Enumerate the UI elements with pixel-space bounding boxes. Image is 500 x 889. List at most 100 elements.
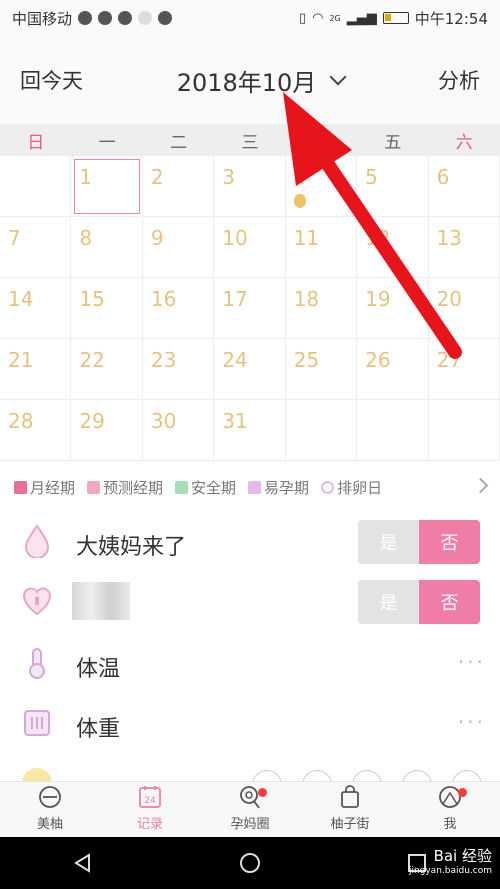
- temperature-row[interactable]: 体温 ···: [0, 634, 500, 694]
- tab-meiyou[interactable]: 美柚: [0, 782, 100, 837]
- calendar-day-cell[interactable]: 15: [71, 278, 143, 339]
- thermometer-icon: [29, 648, 45, 679]
- more-icon[interactable]: ···: [458, 710, 486, 734]
- calendar-day-cell[interactable]: 16: [142, 278, 215, 339]
- legend-swatch: [248, 480, 262, 494]
- day-number: 19: [365, 287, 391, 311]
- tab-label: 美柚: [36, 817, 63, 832]
- calendar-icon: 24: [139, 786, 161, 808]
- weekday-label: 五: [384, 132, 402, 153]
- weekday-label: 三: [241, 132, 259, 153]
- calendar-day-cell[interactable]: 19: [357, 278, 429, 339]
- calendar-day-cell[interactable]: 13: [428, 217, 500, 278]
- calendar-day-cell[interactable]: 31: [214, 400, 286, 461]
- day-number: 11: [293, 226, 320, 250]
- calendar-day-cell[interactable]: 25: [285, 339, 358, 400]
- no-option[interactable]: 否: [419, 580, 480, 624]
- calendar-day-cell[interactable]: 24: [214, 339, 286, 400]
- drop-icon: [24, 524, 50, 558]
- weight-label: 体重: [76, 717, 121, 742]
- calendar-day-cell[interactable]: 7: [0, 217, 72, 278]
- calendar-day-cell[interactable]: 26: [357, 339, 429, 400]
- calendar-day-cell[interactable]: 3: [214, 156, 286, 217]
- calendar-day-cell[interactable]: 6: [428, 156, 500, 217]
- calendar-day-cell[interactable]: 11: [285, 217, 358, 278]
- calendar-day-cell[interactable]: 28: [0, 400, 72, 461]
- analysis-button[interactable]: 分析: [438, 65, 480, 95]
- legend-item: 易孕期: [248, 477, 309, 498]
- tab-bar: 美柚 24 记录 孕妈圈 柚子街 我: [0, 781, 500, 837]
- calendar-day: 24: [144, 796, 156, 806]
- calendar-day-cell[interactable]: 23: [142, 339, 215, 400]
- today-button[interactable]: 回今天: [20, 65, 83, 95]
- watermark-brand: Bai 经验: [433, 847, 492, 865]
- calendar-empty-cell: [0, 156, 72, 217]
- legend-label: 预测经期: [103, 478, 164, 497]
- chat-icon: [118, 11, 133, 25]
- tab-record[interactable]: 24 记录: [100, 782, 200, 837]
- notification-icon: [98, 11, 113, 25]
- temperature-label: 体温: [76, 657, 121, 682]
- weight-row[interactable]: 体重 ···: [0, 694, 500, 754]
- weekday-label: 六: [455, 132, 473, 153]
- month-selector[interactable]: 2018年10月: [177, 63, 347, 98]
- legend-swatch: [87, 480, 101, 494]
- tab-pregnancy-circle[interactable]: 孕妈圈: [200, 782, 300, 837]
- wifi-icon: ◠: [312, 10, 324, 26]
- calendar-day-cell[interactable]: 10: [214, 217, 286, 278]
- calendar-day-cell[interactable]: 4: [285, 156, 358, 217]
- love-toggle[interactable]: 是 否: [358, 580, 480, 624]
- tab-me[interactable]: 我: [400, 782, 500, 837]
- weekday-label: 二: [170, 132, 188, 153]
- calendar-day-cell[interactable]: 21: [0, 339, 72, 400]
- legend-swatch: [321, 480, 335, 494]
- heart-lock-icon: [22, 587, 52, 616]
- day-number: 16: [150, 287, 177, 311]
- day-number: 6: [436, 165, 450, 189]
- day-number: 29: [79, 409, 105, 433]
- battery-icon: [382, 12, 409, 24]
- calendar-day-cell[interactable]: 22: [71, 339, 143, 400]
- calendar-grid: 1 2 3 4 5 6 7 8 9 10 11 12 13 14 15 16 17 18 19 20 21 22 23 24 2…: [0, 156, 500, 461]
- no-option[interactable]: 否: [419, 520, 480, 564]
- calendar-day-cell[interactable]: 9: [142, 217, 215, 278]
- tab-label: 孕妈圈: [230, 817, 270, 832]
- calendar-day-cell[interactable]: 20: [428, 278, 500, 339]
- yes-option[interactable]: 是: [358, 520, 419, 564]
- tab-shop[interactable]: 柚子街: [300, 782, 400, 837]
- vibrate-icon: ▯: [298, 10, 307, 26]
- blurred-label: [72, 582, 130, 620]
- calendar-day-cell[interactable]: 17: [214, 278, 286, 339]
- calendar-empty-cell: [357, 400, 429, 461]
- calendar-day-cell[interactable]: 1: [71, 156, 143, 217]
- calendar-day-cell[interactable]: 8: [71, 217, 143, 278]
- notification-dot: [258, 788, 267, 797]
- legend-label: 排卵日: [337, 478, 383, 497]
- calendar-day-cell[interactable]: 14: [0, 278, 72, 339]
- legend-label: 安全期: [191, 478, 237, 497]
- day-number: 31: [222, 409, 248, 433]
- chevron-right-icon[interactable]: [472, 477, 489, 494]
- day-number: 20: [436, 287, 463, 311]
- calendar-day-cell[interactable]: 12: [357, 217, 429, 278]
- calendar-day-cell[interactable]: 27: [428, 339, 500, 400]
- calendar-day-cell[interactable]: 18: [285, 278, 358, 339]
- signal-icon: ▂▄▆: [346, 10, 377, 26]
- home-icon[interactable]: [238, 851, 262, 875]
- calendar-day-cell[interactable]: 29: [71, 400, 143, 461]
- calendar-day-cell[interactable]: 2: [142, 156, 215, 217]
- day-number: 15: [79, 287, 105, 311]
- day-number: 9: [150, 226, 164, 250]
- yes-option[interactable]: 是: [358, 580, 419, 624]
- love-row: 是 否: [0, 572, 500, 632]
- compass-icon: [158, 11, 173, 25]
- scale-icon: [24, 710, 50, 736]
- calendar-day-cell[interactable]: 30: [142, 400, 215, 461]
- more-icon[interactable]: ···: [458, 650, 486, 674]
- day-number: 18: [293, 287, 320, 311]
- back-icon[interactable]: [72, 852, 94, 874]
- calendar-day-cell[interactable]: 5: [357, 156, 429, 217]
- status-bar: 中国移动 ▯ ◠ 2G ▂▄▆ 中午12:54: [0, 0, 500, 36]
- period-toggle[interactable]: 是 否: [358, 520, 480, 564]
- mood-row[interactable]: [0, 760, 500, 782]
